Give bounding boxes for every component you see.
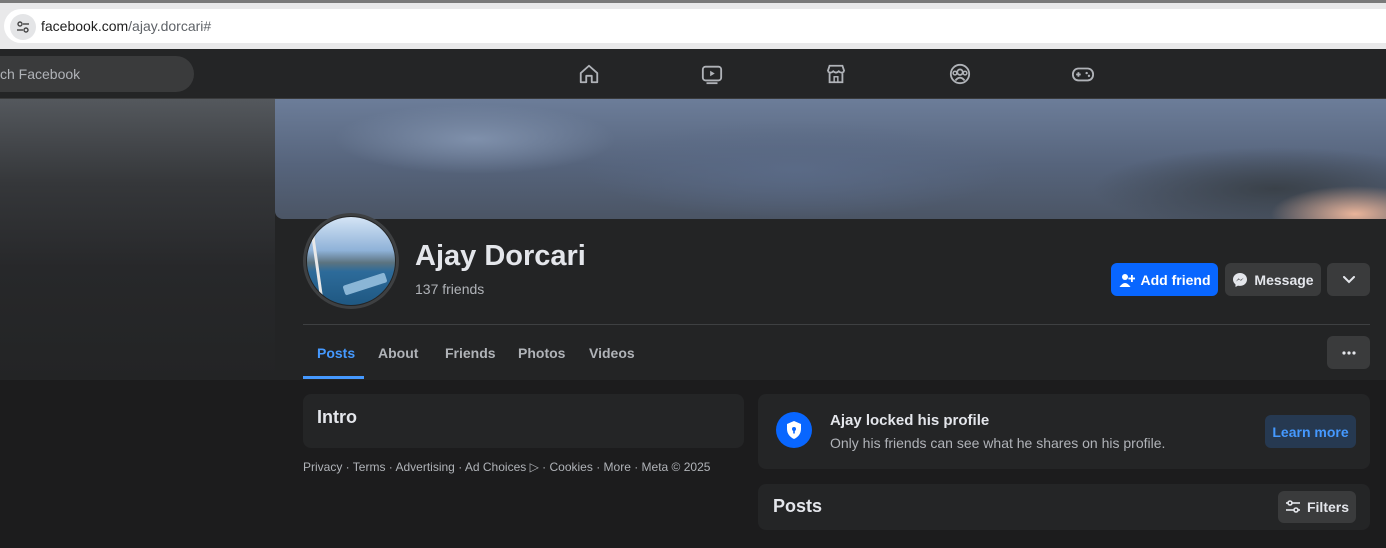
facebook-topbar: ch Facebook [0, 49, 1386, 99]
footer-advertising-link[interactable]: Advertising [395, 460, 454, 474]
avatar-photo-deck [342, 272, 388, 296]
message-label: Message [1254, 271, 1314, 288]
footer-terms-link[interactable]: Terms [353, 460, 386, 474]
profile-name: Ajay Dorcari [415, 240, 586, 272]
browser-toolbar: facebook.com/ajay.dorcari# [0, 0, 1386, 49]
video-icon[interactable] [699, 61, 725, 87]
active-tab-indicator [303, 376, 364, 379]
intro-card: Intro [303, 394, 744, 448]
posts-title: Posts [773, 496, 823, 516]
shield-lock-icon [776, 412, 812, 448]
address-bar[interactable]: facebook.com/ajay.dorcari# [4, 9, 1386, 43]
header-divider [303, 324, 1370, 325]
filters-label: Filters [1306, 499, 1349, 515]
url-host: facebook.com [41, 18, 129, 34]
learn-more-button[interactable]: Learn more [1265, 415, 1356, 448]
message-button[interactable]: Message [1225, 263, 1321, 296]
footer-links: Privacy · Terms · Advertising · Ad Choic… [303, 460, 711, 474]
add-friend-button[interactable]: Add friend [1111, 263, 1218, 296]
footer-privacy-link[interactable]: Privacy [303, 460, 342, 474]
groups-icon[interactable] [947, 61, 973, 87]
add-friend-icon [1119, 273, 1135, 287]
chevron-down-icon [1342, 275, 1355, 283]
site-settings-icon[interactable] [10, 14, 36, 40]
marketplace-icon[interactable] [823, 61, 849, 87]
url-text[interactable]: facebook.com/ajay.dorcari# [41, 18, 211, 34]
header-side-fade [0, 99, 275, 380]
search-placeholder: ch Facebook [0, 66, 81, 82]
gaming-icon[interactable] [1070, 61, 1096, 87]
profile-dropdown-button[interactable] [1327, 263, 1370, 296]
tab-friends[interactable]: Friends [445, 345, 496, 361]
intro-title: Intro [317, 407, 357, 427]
ad-choices-icon: ▷ [529, 460, 539, 474]
locked-subtitle: Only his friends can see what he shares … [830, 435, 1166, 451]
locked-profile-card: Ajay locked his profile Only his friends… [758, 394, 1370, 469]
tab-videos[interactable]: Videos [589, 345, 635, 361]
add-friend-label: Add friend [1140, 271, 1211, 288]
posts-card: Posts Filters [758, 484, 1370, 530]
home-icon[interactable] [576, 61, 602, 87]
locked-title: Ajay locked his profile [830, 412, 990, 429]
filters-icon [1285, 500, 1300, 513]
footer-cookies-link[interactable]: Cookies [550, 460, 593, 474]
footer-copyright: Meta © 2025 [641, 460, 711, 474]
footer-ad-choices-link[interactable]: Ad Choices [465, 460, 526, 474]
tab-posts[interactable]: Posts [317, 345, 355, 361]
tab-about[interactable]: About [378, 345, 418, 361]
filters-button[interactable]: Filters [1278, 491, 1356, 523]
avatar[interactable] [307, 217, 395, 305]
tab-photos[interactable]: Photos [518, 345, 565, 361]
url-path: /ajay.dorcari# [128, 18, 212, 34]
messenger-icon [1233, 272, 1248, 287]
cover-photo[interactable] [275, 99, 1386, 219]
footer-more-link[interactable]: More [604, 460, 631, 474]
tabs-more-button[interactable] [1327, 336, 1370, 369]
search-input[interactable]: ch Facebook [0, 56, 194, 92]
friend-count[interactable]: 137 friends [415, 281, 484, 297]
more-horizontal-icon [1341, 350, 1356, 355]
